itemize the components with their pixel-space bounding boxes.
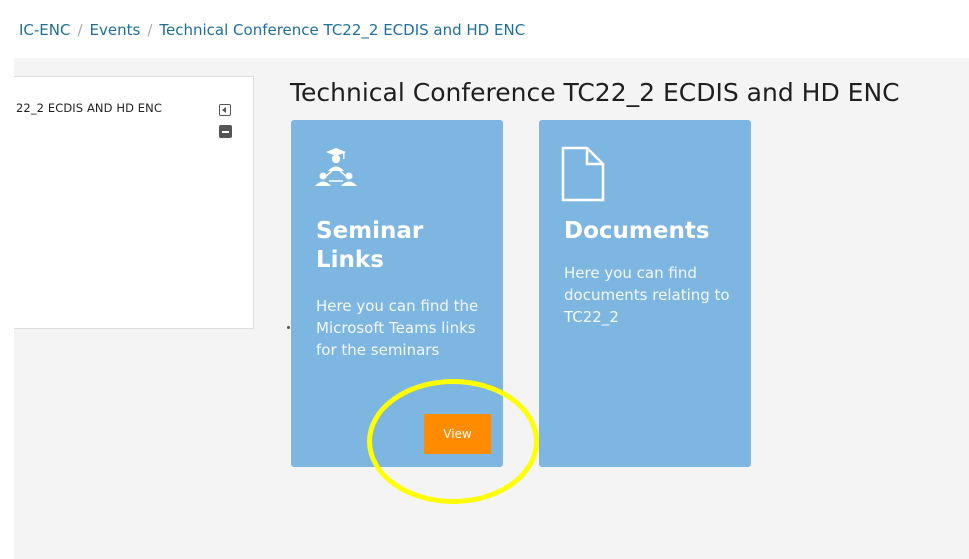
view-button[interactable]: View: [424, 414, 491, 454]
page-title: Technical Conference TC22_2 ECDIS and HD…: [290, 78, 900, 107]
breadcrumb: IC-ENC / Events / Technical Conference TC22_…: [19, 21, 525, 39]
breadcrumb-item-current[interactable]: Technical Conference TC22_2 ECDIS and HD…: [159, 21, 525, 39]
minimize-block-icon[interactable]: [219, 125, 232, 138]
card-title: Documents: [564, 218, 710, 244]
breadcrumb-item-ic-enc[interactable]: IC-ENC: [19, 21, 70, 39]
side-panel-title: 22_2 ECDIS AND HD ENC: [16, 101, 162, 115]
collapse-sidebar-icon[interactable]: [219, 104, 231, 116]
breadcrumb-separator: /: [77, 21, 83, 39]
document-icon: [561, 146, 605, 206]
breadcrumb-item-events[interactable]: Events: [90, 21, 141, 39]
hierarchy-users-icon: [313, 146, 359, 190]
left-edge: [0, 0, 14, 559]
card-description: Here you can find the Microsoft Teams li…: [316, 297, 479, 359]
card-description: Here you can find documents relating to …: [564, 264, 730, 326]
seminar-links-card[interactable]: Seminar Links Here you can find the Micr…: [291, 120, 503, 467]
dot-marker: [287, 326, 290, 329]
side-panel: 22_2 ECDIS AND HD ENC: [14, 76, 254, 329]
documents-card[interactable]: Documents Here you can find documents re…: [539, 120, 751, 467]
breadcrumb-separator: /: [147, 21, 153, 39]
card-title: Seminar Links: [316, 218, 424, 273]
